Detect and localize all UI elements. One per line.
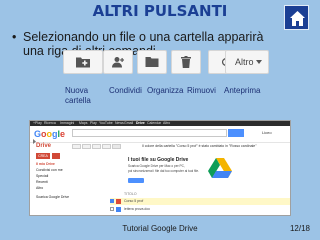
drive-screenshot: +Play Ricerca Immagini Maps Play YouTube…	[29, 120, 291, 216]
preview-button[interactable]	[112, 144, 121, 149]
page-number: 12/18	[289, 224, 310, 233]
remove-button[interactable]	[171, 50, 201, 74]
slide-title: ALTRI PULSANTI	[92, 2, 228, 20]
chevron-down-icon	[256, 60, 262, 64]
drive-promo-banner: I tuoi file su Google Drive Scarica Goog…	[110, 156, 285, 190]
gbar-item[interactable]: +Play	[33, 121, 42, 126]
banner-line: poi sincronizzerai i file dal tuo comput…	[128, 169, 200, 173]
file-row[interactable]: Corso 5 prof	[110, 198, 290, 205]
gbar-item[interactable]: Play	[90, 121, 97, 126]
home-icon	[290, 11, 305, 26]
folder-icon	[116, 199, 121, 204]
google-bar: +Play Ricerca Immagini Maps Play YouTube…	[30, 121, 290, 126]
share-button[interactable]	[103, 50, 133, 74]
status-message: Il colore della cartella "Corso 5 prof" …	[142, 144, 257, 148]
label-remove: Rimuovi	[187, 86, 216, 95]
sidebar-item-download[interactable]: Scarica Google Drive	[36, 195, 69, 199]
sidebar-item-starred[interactable]: Speciali	[36, 174, 48, 178]
chevron-right-icon	[33, 139, 36, 144]
label-preview: Anteprima	[224, 86, 261, 95]
share-person-icon	[112, 57, 124, 68]
drive-title: Drive	[36, 143, 52, 149]
gbar-item[interactable]: Calendar	[147, 121, 161, 126]
google-logo: Google	[34, 129, 66, 139]
gbar-item[interactable]: YouTube	[99, 121, 113, 126]
divider	[30, 142, 290, 143]
new-folder-button[interactable]	[63, 50, 103, 74]
row-checkbox[interactable]	[110, 207, 114, 211]
search-button[interactable]	[228, 129, 244, 137]
sidebar-item-shared[interactable]: Condivisi con me	[36, 168, 63, 172]
sidebar-item-my-drive[interactable]: Il mio Drive	[36, 162, 55, 166]
gbar-item[interactable]: Maps	[79, 121, 88, 126]
list-header: TITOLO	[124, 192, 137, 196]
google-drive-icon	[208, 158, 232, 178]
share-button[interactable]	[82, 144, 91, 149]
gbar-item[interactable]: News	[115, 121, 124, 126]
gbar-item[interactable]: Altro	[163, 121, 170, 126]
document-icon	[116, 207, 121, 212]
sidebar-item-more[interactable]: Altro	[36, 186, 43, 190]
user-name[interactable]: Liceo	[262, 130, 272, 135]
banner-title: I tuoi file su Google Drive	[128, 157, 189, 163]
more-button-label: Altro	[235, 57, 254, 67]
search-input[interactable]	[72, 129, 227, 137]
gbar-item[interactable]: Immagini	[60, 121, 74, 126]
organize-button[interactable]	[137, 50, 167, 74]
footer-title: Tutorial Google Drive	[122, 224, 198, 233]
create-button[interactable]: CREA	[36, 153, 50, 159]
banner-line: Scarica Google Drive per Mac o per PC,	[128, 164, 185, 168]
download-button[interactable]	[128, 178, 144, 183]
file-name[interactable]: lettera prova.doc	[124, 206, 150, 213]
sidebar-item-recent[interactable]: Recenti	[36, 180, 48, 184]
trash-icon	[181, 56, 191, 68]
gbar-item[interactable]: Gmail	[124, 121, 133, 126]
gbar-item[interactable]: Ricerca	[44, 121, 56, 126]
upload-button[interactable]	[52, 153, 60, 159]
organize-button[interactable]	[92, 144, 101, 149]
remove-button[interactable]	[102, 144, 111, 149]
label-share: Condividi	[109, 86, 142, 95]
label-new-folder: Nuova cartella	[65, 86, 91, 105]
gbar-item[interactable]: Drive	[136, 121, 145, 126]
row-checkbox[interactable]	[110, 199, 114, 203]
more-button[interactable]: Altro	[225, 50, 269, 74]
bullet-dot-icon: •	[12, 30, 17, 44]
file-row[interactable]: lettera prova.doc	[110, 206, 290, 213]
label-organize: Organizza	[147, 86, 184, 95]
file-name[interactable]: Corso 5 prof	[124, 198, 143, 205]
new-folder-icon	[76, 57, 90, 68]
new-folder-button[interactable]	[72, 144, 81, 149]
home-button[interactable]	[284, 5, 309, 30]
folder-icon	[145, 57, 159, 67]
